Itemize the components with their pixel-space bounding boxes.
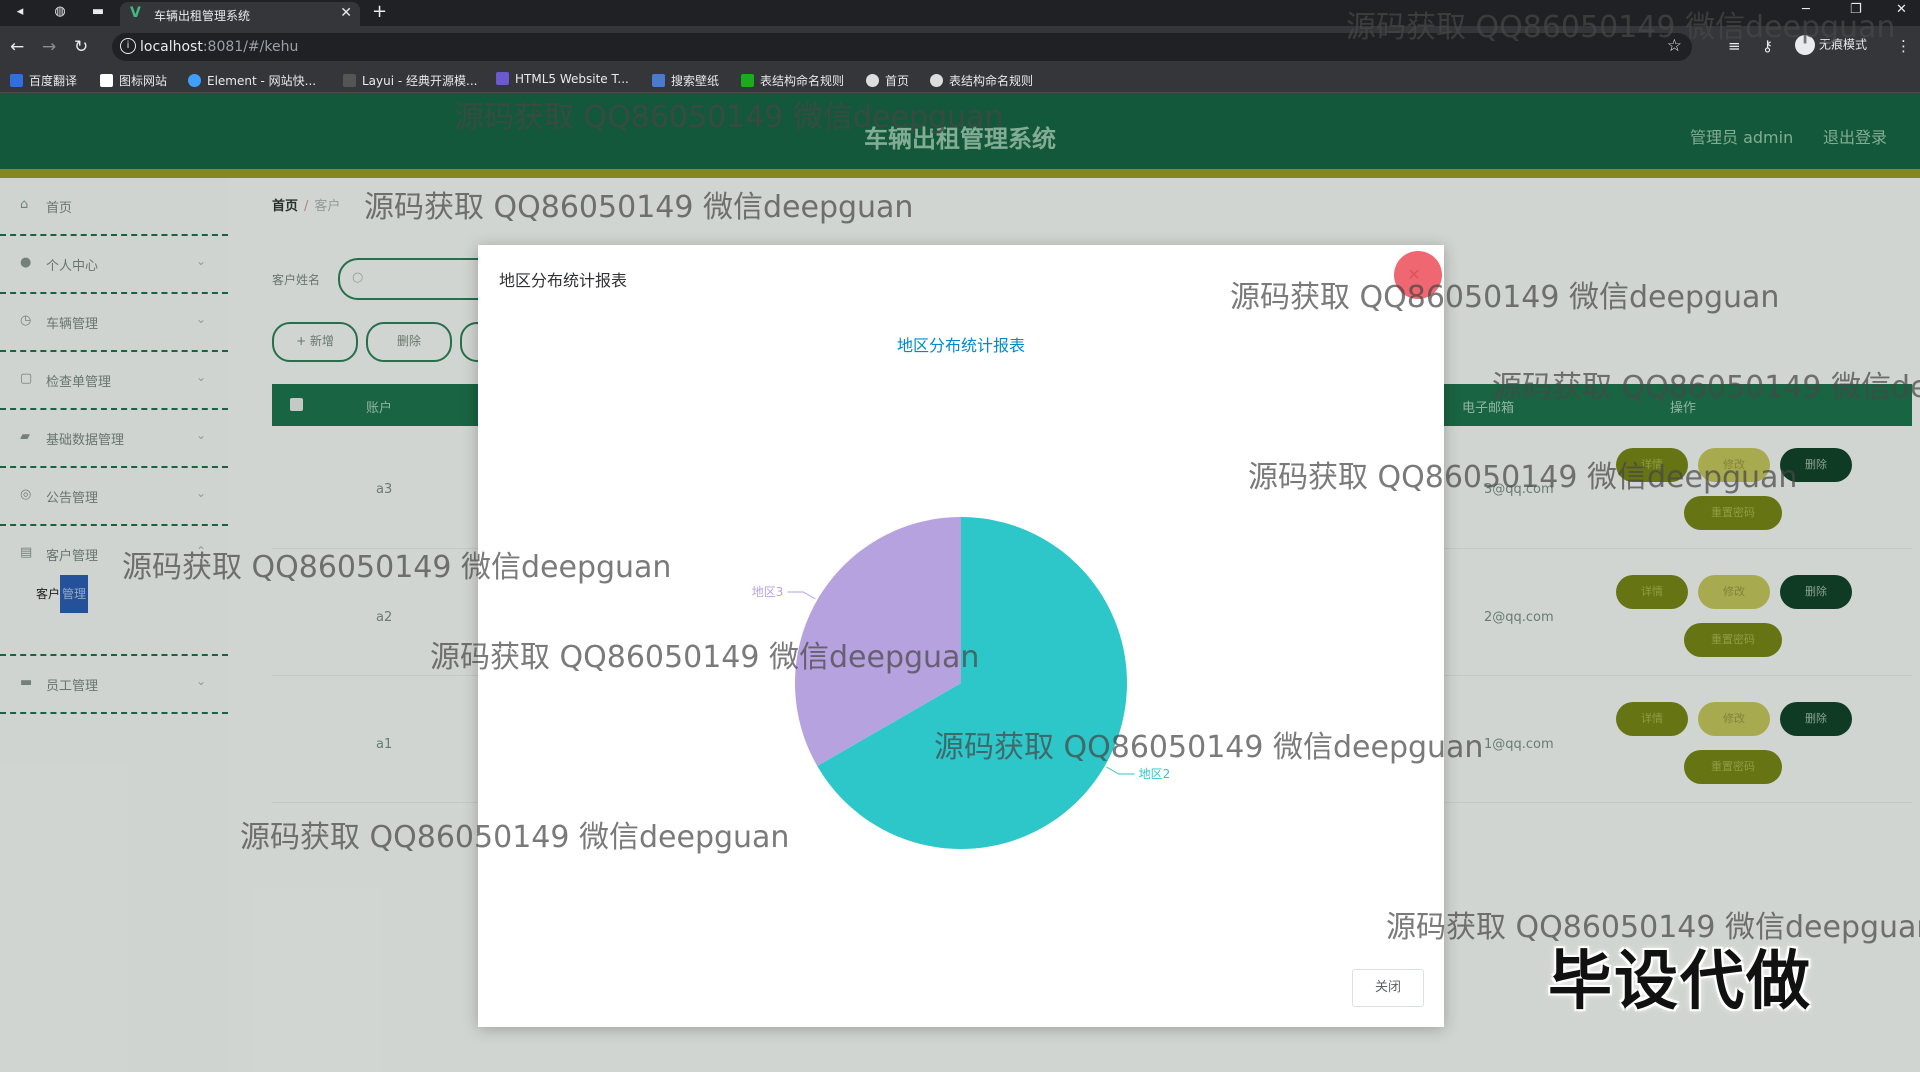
menu-dots-icon[interactable]: ⋮ bbox=[1896, 37, 1911, 55]
watermark-text: 源码获取 QQ86050149 微信deepguan bbox=[430, 640, 980, 675]
pie-label-line bbox=[1106, 766, 1135, 775]
bookmark-item[interactable]: 百度翻译 bbox=[10, 72, 77, 89]
url-text: localhost:8081/#/kehu bbox=[140, 39, 298, 55]
element-icon bbox=[188, 74, 201, 87]
window-icon[interactable]: ▬ bbox=[88, 2, 108, 22]
bookmark-label: 搜索壁纸 bbox=[671, 74, 720, 88]
url-path: :8081/#/kehu bbox=[202, 39, 299, 55]
bookmark-label: 表结构命名规则 bbox=[760, 74, 845, 88]
tab-close-icon[interactable]: ✕ bbox=[340, 5, 352, 21]
watermark-text: 源码获取 QQ86050149 微信deepguan bbox=[364, 190, 914, 225]
globe-icon bbox=[930, 74, 943, 87]
pie-label-line bbox=[787, 591, 816, 600]
watermark-text: 源码获取 QQ86050149 微信deepguan bbox=[240, 820, 790, 855]
globe-icon bbox=[866, 74, 879, 87]
flag-icon bbox=[100, 74, 113, 87]
watermark-text: 源码获取 QQ86050149 微信deepguan bbox=[122, 550, 672, 585]
url-host: localhost bbox=[140, 39, 203, 55]
watermark-text: 源码获取 QQ86050149 微信deepguan bbox=[1492, 370, 1920, 405]
forward-icon[interactable]: → bbox=[42, 37, 56, 57]
close-button[interactable]: 关闭 bbox=[1352, 969, 1424, 1007]
browser-tab[interactable]: V 车辆出租管理系统 ✕ bbox=[120, 2, 360, 26]
bookmark-item[interactable]: HTML5 Website T... bbox=[496, 72, 629, 86]
tab-title: 车辆出租管理系统 bbox=[154, 9, 251, 23]
new-tab-button[interactable]: + bbox=[372, 1, 387, 22]
translate-icon bbox=[10, 74, 23, 87]
bookmark-label: Element - 网站快... bbox=[207, 74, 317, 88]
html5-icon bbox=[496, 72, 509, 85]
bookmark-item[interactable]: 表结构命名规则 bbox=[930, 72, 1033, 89]
watermark-big-text: 毕设代做 bbox=[1548, 945, 1812, 1019]
back-icon[interactable]: ← bbox=[10, 37, 24, 57]
dialog-title: 地区分布统计报表 bbox=[499, 271, 628, 290]
bookmark-label: HTML5 Website T... bbox=[515, 72, 629, 86]
watermark-text: 源码获取 QQ86050149 微信deepguan bbox=[1230, 280, 1780, 315]
bookmark-item[interactable]: 表结构命名规则 bbox=[741, 72, 844, 89]
chart-title: 地区分布统计报表 bbox=[897, 336, 1025, 355]
reload-icon[interactable]: ↻ bbox=[74, 37, 88, 57]
watermark-text: 源码获取 QQ86050149 微信deepguan bbox=[454, 100, 1004, 135]
table-icon bbox=[741, 74, 754, 87]
bookmarks-bar: 百度翻译 图标网站 Element - 网站快... Layui - 经典开源模… bbox=[0, 68, 1920, 93]
window-close-icon[interactable]: ✕ bbox=[1896, 2, 1907, 17]
bookmark-item[interactable]: 搜索壁纸 bbox=[652, 72, 719, 89]
bookmark-label: 百度翻译 bbox=[29, 74, 78, 88]
bookmark-label: 图标网站 bbox=[119, 74, 168, 88]
bookmark-label: Layui - 经典开源模... bbox=[362, 74, 478, 88]
bookmark-label: 首页 bbox=[885, 74, 910, 88]
bookmark-item[interactable]: Element - 网站快... bbox=[188, 72, 316, 89]
vue-logo-icon: V bbox=[130, 5, 141, 21]
tab-search-icon[interactable]: ◂ bbox=[10, 2, 30, 22]
pie-label: 地区3 bbox=[752, 585, 784, 599]
bookmark-label: 表结构命名规则 bbox=[949, 74, 1034, 88]
watermark-text: 源码获取 QQ86050149 微信deepguan bbox=[1248, 460, 1798, 495]
bookmark-item[interactable]: 图标网站 bbox=[100, 72, 167, 89]
globe-icon[interactable]: ◍ bbox=[50, 2, 70, 22]
wallpaper-icon bbox=[652, 74, 665, 87]
bookmark-item[interactable]: Layui - 经典开源模... bbox=[343, 72, 477, 89]
bookmark-item[interactable]: 首页 bbox=[866, 72, 909, 89]
pie-label: 地区2 bbox=[1139, 767, 1171, 781]
site-info-icon[interactable]: i bbox=[120, 38, 136, 54]
watermark-text: 源码获取 QQ86050149 微信deepguan bbox=[934, 730, 1484, 765]
layui-icon bbox=[343, 74, 356, 87]
watermark-text: 源码获取 QQ86050149 微信deepguan bbox=[1346, 10, 1896, 45]
